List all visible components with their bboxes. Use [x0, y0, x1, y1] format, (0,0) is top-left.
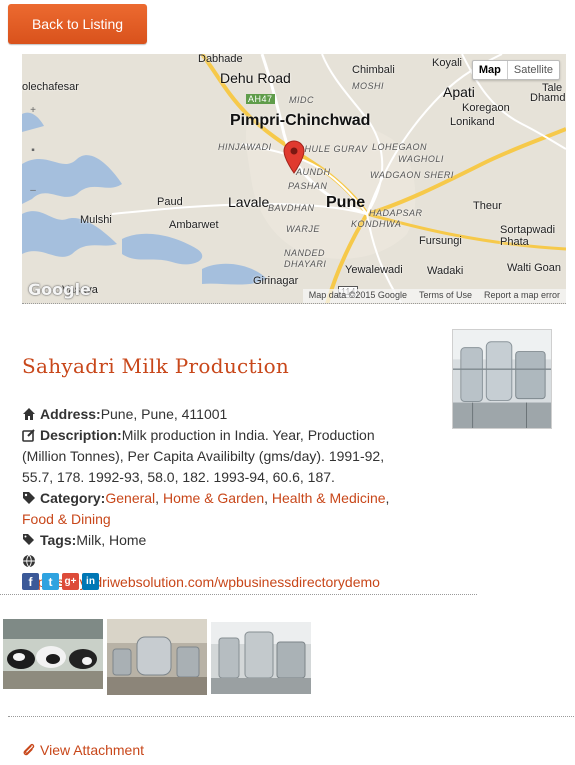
map-label-koregaon: Koregaon	[462, 102, 510, 114]
map-label-moshi: MOSHI	[352, 81, 385, 91]
map-label-phule-gurav: PHULE GURAV	[298, 144, 368, 154]
tags-icon	[23, 534, 34, 545]
map-label-walti-goan: Walti Goan	[507, 262, 562, 274]
map-label-nanded-dhayari: NANDED DHAYARI	[284, 248, 327, 269]
map-type-map-button[interactable]: Map	[473, 61, 508, 79]
gallery-photo-cows[interactable]	[3, 619, 103, 689]
map-label-pimpri-chinchwad: Pimpri-Chinchwad	[230, 112, 371, 129]
map-label-warje: WARJE	[286, 224, 320, 234]
map-type-satellite-button[interactable]: Satellite	[508, 61, 559, 79]
map-label-mulshi: Mulshi	[80, 214, 112, 226]
social-share-bar: f t g+ in	[22, 573, 99, 590]
google-plus-icon[interactable]: g+	[62, 573, 79, 590]
listing-main-photo[interactable]	[452, 329, 552, 429]
map-label-wadgaon-sheri: WADGAON SHERI	[370, 170, 454, 180]
view-attachment-label: View Attachment	[40, 742, 145, 758]
map-label-theur: Theur	[473, 200, 502, 212]
map-label-hadapsar: HADAPSAR	[369, 208, 423, 218]
map-label-girinagar: Girinagar	[253, 275, 299, 287]
gallery-photo-plant[interactable]	[211, 622, 311, 694]
twitter-icon[interactable]: t	[42, 573, 59, 590]
address-value: Pune, Pune, 411001	[100, 406, 228, 422]
description-label: Description:	[40, 427, 122, 443]
category-link-health-medicine[interactable]: Health & Medicine	[272, 490, 386, 506]
category-link-home-garden[interactable]: Home & Garden	[163, 490, 264, 506]
section-divider	[0, 594, 477, 595]
map-label-lohegaon: LOHEGAON	[372, 142, 428, 152]
map-label-ambarwet: Ambarwet	[169, 219, 219, 231]
edit-icon	[22, 429, 35, 442]
map-label-apati: Apati	[443, 84, 475, 100]
map-label-lonikand: Lonikand	[450, 116, 495, 128]
zoom-in-icon[interactable]: +	[28, 106, 38, 116]
tags-row: Tags:Milk, Home	[22, 530, 392, 551]
map-label-wagholi: WAGHOLI	[398, 154, 444, 164]
category-label: Category:	[40, 490, 106, 506]
map-label-midc: MIDC	[289, 95, 314, 105]
facebook-icon[interactable]: f	[22, 573, 39, 590]
map-footer: Map data ©2015 Google Terms of Use Repor…	[302, 289, 566, 303]
zoom-out-icon[interactable]: –	[28, 186, 38, 196]
category-link-food-dining[interactable]: Food & Dining	[22, 511, 111, 527]
map-label-ah47: AH47	[246, 94, 275, 104]
map-data-credit: Map data ©2015 Google	[308, 290, 407, 300]
map-label-yewalewadi: Yewalewadi	[345, 264, 403, 276]
map-label-dabhade: Dabhade	[198, 54, 243, 65]
map-label-wadaki: Wadaki	[427, 265, 464, 277]
globe-icon	[23, 554, 35, 568]
terms-of-use-link[interactable]: Terms of Use	[419, 290, 472, 302]
view-attachment-link[interactable]: View Attachment	[22, 742, 144, 758]
map-label-dehu-road: Dehu Road	[220, 70, 291, 86]
zoom-slider[interactable]: + ▪ –	[28, 106, 38, 196]
map-label-bavdhan: BAVDHAN	[268, 203, 315, 213]
report-map-error-link[interactable]: Report a map error	[484, 290, 560, 302]
map-label-koyali: Koyali	[432, 57, 462, 69]
linkedin-icon[interactable]: in	[82, 573, 99, 590]
map-label-pune: Pune	[326, 194, 366, 211]
map-label-dhamd: Dhamd	[530, 92, 566, 104]
zoom-handle-icon[interactable]: ▪	[28, 146, 38, 156]
category-row: Category:General, Home & Garden, Health …	[22, 490, 390, 527]
category-link-general[interactable]: General	[105, 490, 155, 506]
map-label-lavale: Lavale	[228, 194, 270, 210]
gallery-photo-separator[interactable]	[107, 619, 207, 695]
map-label-chimbali: Chimbali	[352, 64, 395, 76]
map-label-paud: Paud	[157, 196, 183, 208]
home-icon	[23, 408, 35, 420]
map-label-olechafesar: olechafesar	[22, 81, 79, 93]
paperclip-icon	[23, 743, 35, 756]
back-to-listing-button[interactable]: Back to Listing	[8, 4, 147, 44]
tags-value: Milk, Home	[76, 532, 147, 548]
location-pin-icon[interactable]	[283, 140, 305, 174]
map-label-hinjawadi: HINJAWADI	[218, 142, 272, 152]
address-label: Address:	[40, 406, 101, 422]
description-row: Description:Milk production in India. Ye…	[22, 425, 392, 488]
section-divider-bottom	[8, 716, 574, 717]
location-map[interactable]: Dabhade Chimbali Koyali Dehu Road AH47 M…	[22, 54, 566, 304]
map-label-sortapwadi-phata: Sortapwadi Phata	[500, 224, 556, 248]
tags-label: Tags:	[40, 532, 77, 548]
listing-title: Sahyadri Milk Production	[22, 354, 290, 378]
listing-details: Address:Pune, Pune, 411001 Description:M…	[22, 404, 392, 593]
map-label-fursungi: Fursungi	[419, 235, 462, 247]
google-logo: Google	[28, 280, 91, 299]
map-label-pashan: PASHAN	[288, 181, 328, 191]
tag-icon	[23, 492, 35, 504]
map-label-kondhwa: KONDHWA	[351, 219, 402, 229]
map-type-toggle[interactable]: Map Satellite	[471, 60, 560, 80]
address-row: Address:Pune, Pune, 411001	[22, 404, 392, 425]
